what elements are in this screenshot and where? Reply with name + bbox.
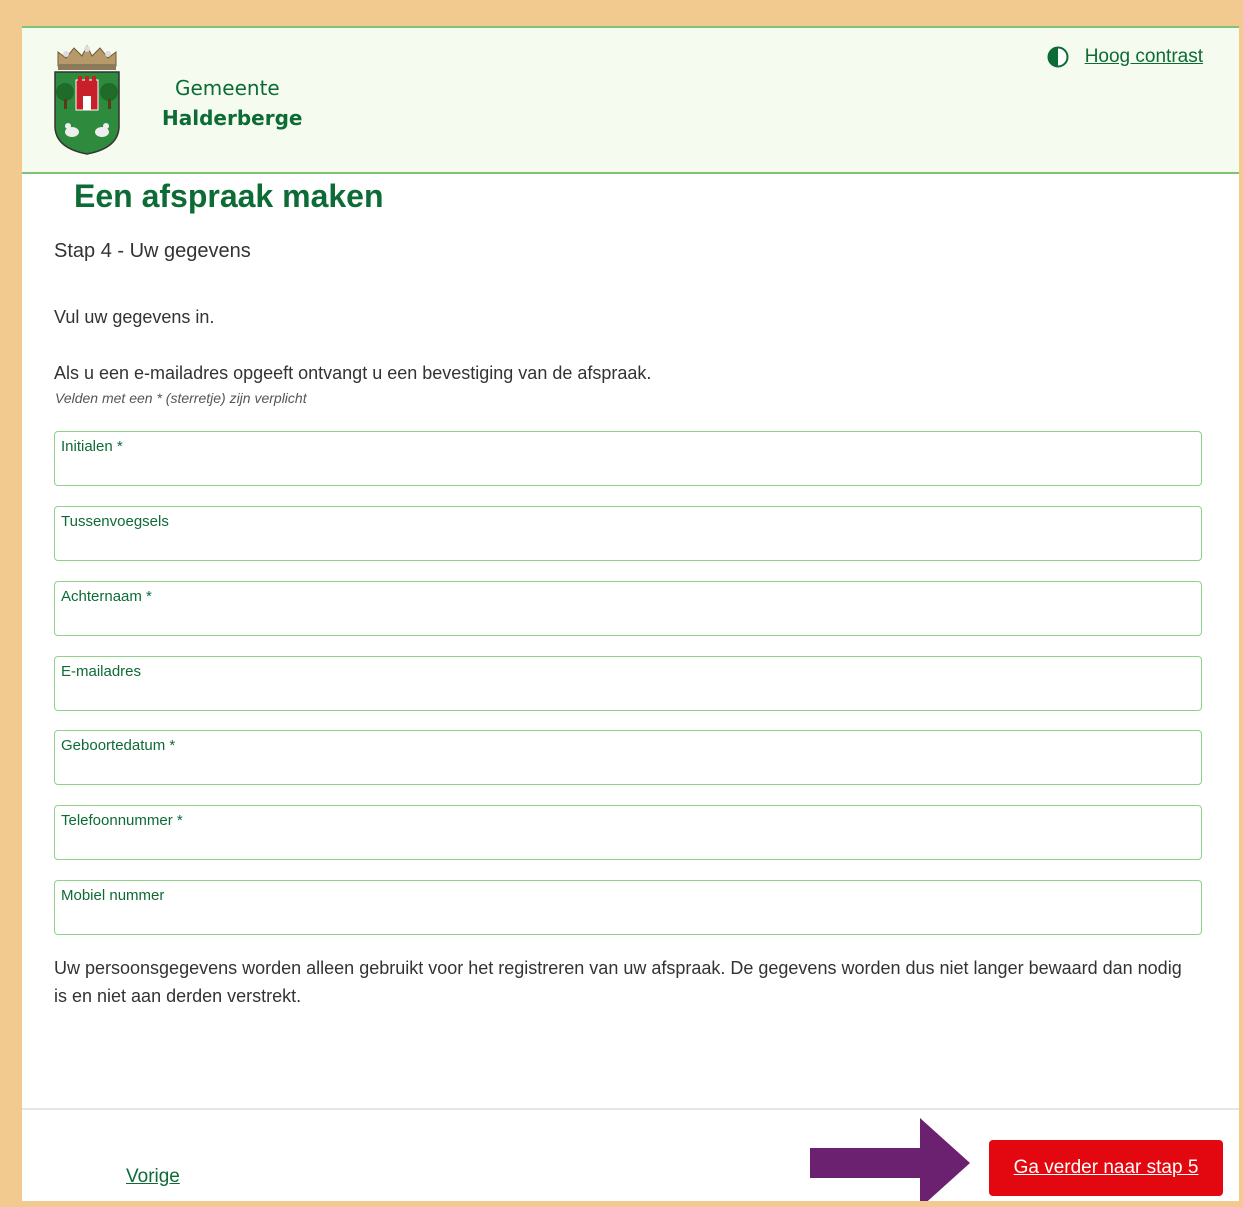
site-header: Gemeente Halderberge Hoog contrast (22, 26, 1239, 174)
previous-link[interactable]: Vorige (126, 1166, 180, 1188)
initials-field[interactable]: Initialen * (54, 431, 1202, 486)
step-indicator: Stap 4 - Uw gegevens (54, 240, 251, 262)
high-contrast-link[interactable]: Hoog contrast (1085, 46, 1203, 68)
required-fields-note: Velden met een * (sterretje) zijn verpli… (55, 390, 307, 406)
birthdate-input[interactable] (61, 756, 1195, 780)
brand-name[interactable]: Gemeente Halderberge (157, 76, 302, 130)
phone-input[interactable] (61, 831, 1195, 855)
page-frame: Gemeente Halderberge Hoog contrast Een a… (22, 26, 1239, 1201)
email-field[interactable]: E-mailadres (54, 656, 1202, 711)
contrast-icon (1047, 46, 1069, 68)
privacy-text: Uw persoonsgegevens worden alleen gebrui… (54, 958, 1182, 1006)
page-title: Een afspraak maken (74, 178, 384, 214)
initials-label: Initialen * (61, 438, 123, 455)
arrow-right-icon (810, 1118, 970, 1201)
brand-line-2: Halderberge (162, 106, 303, 130)
birthdate-label: Geboortedatum * (61, 737, 176, 754)
mobile-field[interactable]: Mobiel nummer (54, 880, 1202, 935)
email-label: E-mailadres (61, 663, 142, 680)
high-contrast-toggle[interactable]: Hoog contrast (1047, 46, 1203, 68)
form-footer: Vorige Ga verder naar stap 5 (22, 1108, 1239, 1201)
brand-line-1: Gemeente (175, 76, 280, 100)
email-note: Als u een e-mailadres opgeeft ontvangt u… (54, 363, 652, 383)
initials-input[interactable] (61, 457, 1195, 481)
surname-input[interactable] (61, 607, 1195, 631)
surname-label: Achternaam * (61, 588, 152, 605)
infix-field[interactable]: Tussenvoegsels (54, 506, 1202, 561)
infix-input[interactable] (61, 532, 1195, 556)
email-input[interactable] (61, 682, 1195, 706)
surname-field[interactable]: Achternaam * (54, 581, 1202, 636)
mobile-label: Mobiel nummer (61, 887, 165, 904)
phone-field[interactable]: Telefoonnummer * (54, 805, 1202, 860)
infix-label: Tussenvoegsels (61, 513, 169, 530)
phone-label: Telefoonnummer * (61, 812, 183, 829)
intro-text: Vul uw gegevens in. (54, 307, 215, 327)
birthdate-field[interactable]: Geboortedatum * (54, 730, 1202, 785)
coat-of-arms-logo[interactable] (52, 44, 122, 156)
next-step-button[interactable]: Ga verder naar stap 5 (989, 1140, 1223, 1196)
mobile-input[interactable] (61, 906, 1195, 930)
